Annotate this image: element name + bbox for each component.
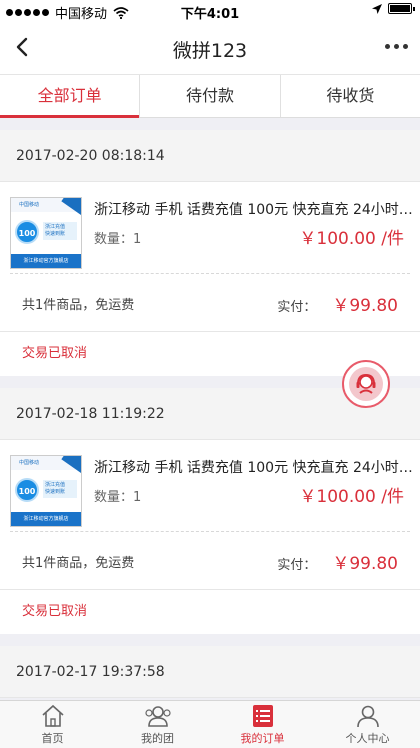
thumb-value-badge: 100 (15, 478, 39, 502)
order-date: 2017-02-17 19:37:58 (0, 646, 420, 698)
order-card[interactable]: 2017-02-20 08:18:14 中国移动 100 浙江充值 快速到账 浙江… (0, 130, 420, 376)
tabbar-item-home[interactable]: 首页 (0, 701, 105, 748)
item-count-shipping: 共1件商品，免运费 (22, 556, 135, 571)
product-quantity: 数量：1 (94, 490, 142, 505)
paid-total: 实付： ￥99.80 (277, 291, 398, 316)
order-list-icon (249, 703, 277, 729)
tab-pending-payment[interactable]: 待付款 (140, 75, 281, 117)
product-name: 浙江移动 手机 话费充值 100元 快充直充 24小时自动充值 (94, 202, 414, 218)
order-summary: 共1件商品，免运费 实付： ￥99.80 (0, 274, 420, 332)
battery-icon (388, 3, 415, 14)
order-tabs: 全部订单 待付款 待收货 (0, 74, 420, 118)
tabbar-label: 个人中心 (345, 732, 390, 745)
product-thumbnail: 中国移动 100 浙江充值 快速到账 浙江移动官方旗舰店 (10, 455, 82, 527)
order-product[interactable]: 中国移动 100 浙江充值 快速到账 浙江移动官方旗舰店 浙江移动 手机 话费充值… (10, 440, 414, 532)
home-icon (39, 703, 67, 729)
paid-label: 实付： (277, 558, 317, 573)
product-quantity: 数量：1 (94, 232, 142, 247)
order-date: 2017-02-20 08:18:14 (0, 130, 420, 182)
headset-icon (349, 367, 383, 401)
tabbar-label: 我的团 (141, 732, 174, 745)
paid-amount: ￥99.80 (332, 554, 398, 574)
order-status: 交易已取消 (22, 604, 88, 619)
item-count-shipping: 共1件商品，免运费 (22, 298, 135, 313)
product-thumbnail: 中国移动 100 浙江充值 快速到账 浙江移动官方旗舰店 (10, 197, 82, 269)
location-arrow-icon (372, 3, 382, 14)
order-list: 2017-02-20 08:18:14 中国移动 100 浙江充值 快速到账 浙江… (0, 130, 420, 710)
thumb-value-badge: 100 (15, 220, 39, 244)
tabbar-item-profile[interactable]: 个人中心 (315, 701, 420, 748)
order-summary: 共1件商品，免运费 实付： ￥99.80 (0, 532, 420, 590)
status-time: 下午4:01 (180, 7, 240, 22)
paid-total: 实付： ￥99.80 (277, 549, 398, 574)
product-name: 浙江移动 手机 话费充值 100元 快充直充 24小时自动充值 (94, 460, 414, 476)
thumb-brand-text: 中国移动 (19, 460, 40, 466)
page-title: 微拼123 (172, 40, 248, 62)
thumb-brand-text: 中国移动 (19, 202, 40, 208)
tabbar-item-my-group[interactable]: 我的团 (105, 701, 210, 748)
tab-pending-receipt[interactable]: 待收货 (281, 75, 420, 117)
customer-service-button[interactable] (342, 360, 390, 408)
navigation-bar: 微拼123 (0, 22, 420, 74)
paid-amount: ￥99.80 (332, 296, 398, 316)
tabbar-item-my-orders[interactable]: 我的订单 (210, 701, 315, 748)
product-price: ￥100.00 /件 (299, 487, 404, 507)
tabbar-label: 我的订单 (240, 732, 285, 745)
thumb-footer: 浙江移动官方旗舰店 (11, 512, 81, 526)
status-bar: 中国移动 下午4:01 (0, 0, 420, 22)
status-right (372, 3, 415, 14)
paid-label: 实付： (277, 300, 317, 315)
tab-all-orders[interactable]: 全部订单 (0, 75, 141, 118)
order-card[interactable]: 2017-02-17 19:37:58 (0, 646, 420, 698)
group-icon (144, 703, 172, 729)
more-icon[interactable] (385, 44, 408, 49)
thumb-tag: 浙江充值 快速到账 (43, 480, 77, 498)
thumb-tag: 浙江充值 快速到账 (43, 222, 77, 240)
order-card[interactable]: 2017-02-18 11:19:22 中国移动 100 浙江充值 快速到账 浙江… (0, 388, 420, 634)
order-product[interactable]: 中国移动 100 浙江充值 快速到账 浙江移动官方旗舰店 浙江移动 手机 话费充值… (10, 182, 414, 274)
tabbar-label: 首页 (41, 732, 64, 745)
product-price: ￥100.00 /件 (299, 229, 404, 249)
user-icon (354, 703, 382, 729)
bottom-tab-bar: 首页 我的团 我的订单 个人中心 (0, 700, 420, 748)
thumb-footer: 浙江移动官方旗舰店 (11, 254, 81, 268)
